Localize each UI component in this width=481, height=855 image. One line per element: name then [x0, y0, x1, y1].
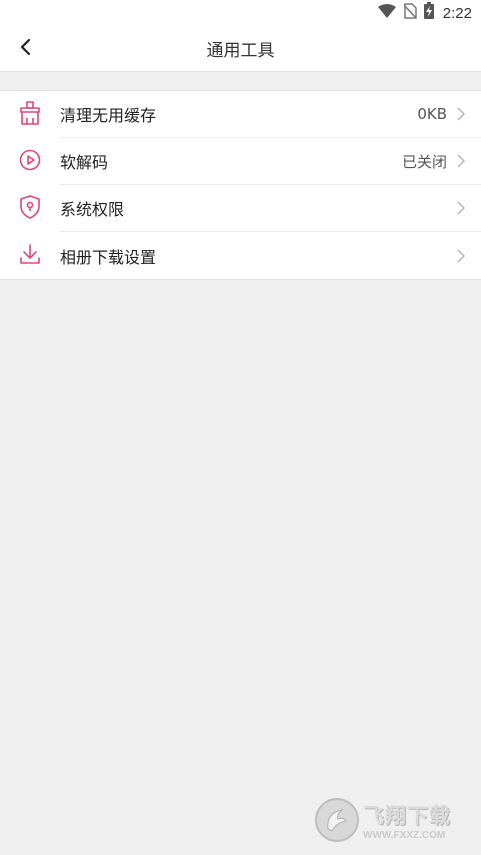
shield-lock-icon: [19, 194, 41, 223]
page-title: 通用工具: [206, 41, 275, 61]
no-sim-icon: [403, 2, 417, 24]
watermark-url: WWW.FXXZ.COM: [363, 829, 446, 841]
chevron-right-icon: [457, 154, 465, 168]
setting-soft-decode[interactable]: 软解码 已关闭: [0, 138, 481, 185]
setting-album-download[interactable]: 相册下载设置: [0, 232, 481, 279]
setting-label: 系统权限: [60, 200, 125, 219]
watermark-name: 飞翔下载: [363, 803, 451, 828]
watermark-logo-icon: [315, 798, 359, 842]
wifi-icon: [377, 3, 396, 23]
battery-charging-icon: [423, 2, 434, 24]
chevron-right-icon: [457, 248, 465, 263]
setting-label: 清理无用缓存: [60, 106, 157, 125]
cache-size-value: 0KB: [417, 105, 447, 123]
back-button[interactable]: [6, 30, 44, 68]
broom-icon: [19, 100, 41, 129]
clock: 2:22: [442, 4, 472, 22]
status-bar: 2:22: [0, 0, 481, 26]
app-header: 通用工具: [0, 26, 481, 72]
chevron-right-icon: [457, 201, 465, 215]
setting-label: 相册下载设置: [60, 247, 157, 267]
play-circle-icon: [19, 149, 41, 175]
soft-decode-status: 已关闭: [401, 152, 447, 171]
setting-system-permissions[interactable]: 系统权限: [0, 185, 481, 232]
settings-list: 清理无用缓存 0KB 软解码 已关闭 系统权限 相册下载设置: [0, 90, 481, 280]
download-icon: [19, 243, 41, 269]
watermark: 飞翔下载 WWW.FXXZ.COM: [315, 795, 471, 845]
chevron-right-icon: [457, 107, 465, 121]
setting-label: 软解码: [60, 153, 109, 172]
setting-clear-cache[interactable]: 清理无用缓存 0KB: [0, 91, 481, 138]
chevron-left-icon: [19, 38, 31, 60]
